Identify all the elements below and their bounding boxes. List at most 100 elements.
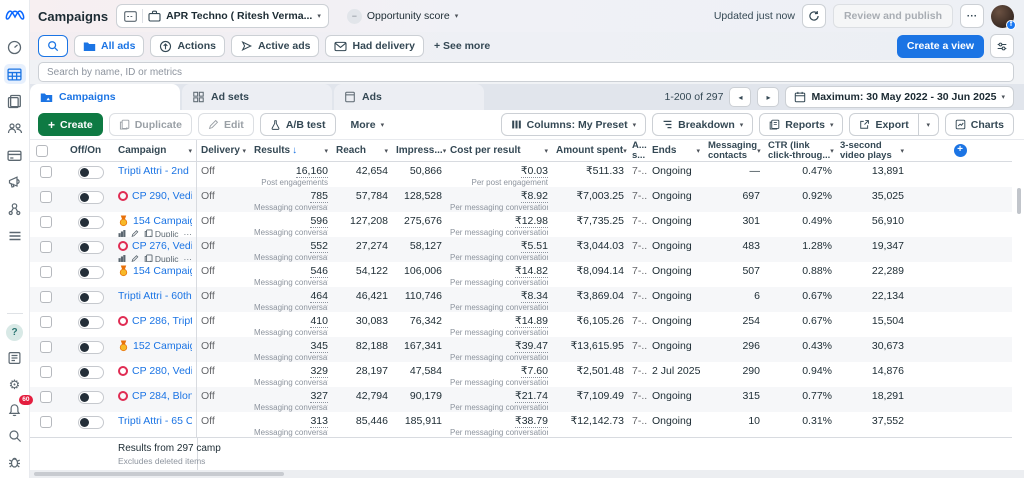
table-row[interactable]: 154 Campaign -... Duplic ··· Off 596Mess… (30, 212, 1012, 237)
view-settings-button[interactable] (990, 34, 1014, 58)
campaign-name-link[interactable]: Tripti Attri - 60th Ca... (118, 290, 192, 303)
table-row[interactable]: 152 Campaign -... Off 345Messaging conve… (30, 337, 1012, 362)
more-actions[interactable]: ··· (184, 229, 193, 237)
more-actions[interactable]: ··· (184, 254, 193, 262)
campaign-name-link[interactable]: CP 286, Tripti At... (132, 315, 192, 328)
duplicate-action[interactable]: Duplic (144, 254, 179, 262)
search-input[interactable] (38, 62, 1014, 82)
charts-button[interactable]: Charts (945, 113, 1014, 136)
campaign-name-link[interactable]: CP 276, Vedic A... (132, 240, 192, 253)
campaign-name-link[interactable]: Tripti Attri - 65 Cam... (118, 415, 192, 428)
col-header-impressions[interactable]: Impress...▾ (392, 140, 446, 161)
cost-per-result-value[interactable]: ₹12.98 (515, 215, 548, 228)
cost-per-result-value[interactable]: ₹14.82 (515, 265, 548, 278)
campaign-onoff-toggle[interactable] (78, 391, 104, 404)
tab-ads[interactable]: Ads (334, 84, 484, 110)
col-header-cost-per-result[interactable]: Cost per result▾ (446, 140, 552, 161)
view-charts-icon[interactable] (118, 254, 126, 262)
cost-per-result-value[interactable]: ₹14.89 (515, 315, 548, 328)
ab-test-button[interactable]: A/B test (260, 113, 336, 136)
billing-icon[interactable] (4, 145, 26, 165)
date-range-selector[interactable]: Maximum: 30 May 2022 - 30 Jun 2025 ▾ (785, 86, 1014, 108)
campaign-onoff-toggle[interactable] (78, 216, 104, 229)
row-checkbox[interactable] (40, 366, 52, 378)
account-overview-icon[interactable] (4, 37, 26, 57)
col-header-messaging-contacts[interactable]: Messagingcontacts▾ (704, 140, 764, 161)
row-checkbox[interactable] (40, 166, 52, 178)
table-row[interactable]: CP 284, Blond S... Off 327Messaging conv… (30, 387, 1012, 412)
campaign-name-link[interactable]: CP 280, Vedic A... (132, 365, 192, 378)
row-checkbox[interactable] (40, 416, 52, 428)
view-charts-icon[interactable] (118, 229, 126, 237)
row-checkbox[interactable] (40, 391, 52, 403)
campaign-onoff-toggle[interactable] (78, 416, 104, 429)
report-bug-icon[interactable] (4, 452, 26, 472)
row-checkbox[interactable] (40, 316, 52, 328)
results-value[interactable]: 345 (310, 340, 328, 353)
table-row[interactable]: CP 280, Vedic A... Off 329Messaging conv… (30, 362, 1012, 387)
campaign-onoff-toggle[interactable] (78, 191, 104, 204)
export-button[interactable]: Export (849, 113, 918, 136)
horizontal-scrollbar[interactable] (34, 472, 284, 476)
campaign-onoff-toggle[interactable] (78, 241, 104, 254)
cost-per-result-value[interactable]: ₹5.51 (521, 240, 548, 253)
col-header-reach[interactable]: Reach▾ (332, 140, 392, 161)
advertise-megaphone-icon[interactable] (4, 172, 26, 192)
next-page-button[interactable]: ▸ (757, 87, 779, 107)
col-header-results[interactable]: Results↓▾ (250, 140, 332, 161)
results-value[interactable]: 596 (310, 215, 328, 228)
account-selector[interactable]: APR Techno ( Ritesh Verma... ▾ (116, 4, 329, 28)
campaign-name-link[interactable]: 154 Campaign -... (133, 215, 192, 228)
cost-per-result-value[interactable]: ₹8.34 (521, 290, 548, 303)
col-header-ctr[interactable]: CTR (linkclick-throug...▾ (764, 140, 836, 161)
create-button[interactable]: +Create (38, 113, 103, 136)
row-checkbox[interactable] (40, 341, 52, 353)
duplicate-action[interactable]: Duplic (144, 229, 179, 237)
opportunity-score[interactable]: − Opportunity score ▾ (347, 9, 458, 24)
campaign-onoff-toggle[interactable] (78, 316, 104, 329)
more-button[interactable]: More▾ (342, 113, 394, 136)
audiences-icon[interactable] (4, 118, 26, 138)
campaign-name-link[interactable]: CP 290, Vedic A... (132, 190, 192, 203)
see-more-filters[interactable]: + See more (434, 40, 490, 52)
col-header-campaign[interactable]: Campaign▾ (112, 140, 197, 161)
col-header-select-all[interactable] (30, 140, 66, 161)
table-row[interactable]: Tripti Attri - 2nd Ca... Off 16,160Post … (30, 162, 1012, 187)
cost-per-result-value[interactable]: ₹39.47 (515, 340, 548, 353)
reports-button[interactable]: Reports▾ (759, 113, 843, 136)
edit-pencil-icon[interactable] (131, 254, 139, 262)
results-value[interactable]: 313 (310, 415, 328, 428)
row-checkbox[interactable] (40, 216, 52, 228)
results-value[interactable]: 329 (310, 365, 328, 378)
campaign-onoff-toggle[interactable] (78, 341, 104, 354)
filter-actions[interactable]: Actions (150, 35, 225, 57)
col-header-delivery[interactable]: Delivery▾ (197, 140, 250, 161)
cost-per-result-value[interactable]: ₹21.74 (515, 390, 548, 403)
results-value[interactable]: 785 (310, 190, 328, 203)
duplicate-button[interactable]: Duplicate (109, 113, 192, 136)
row-checkbox[interactable] (40, 266, 52, 278)
row-checkbox[interactable] (40, 291, 52, 303)
campaigns-nav-icon[interactable] (4, 64, 26, 84)
col-header-add-column[interactable]: + (908, 140, 1012, 161)
col-header-ends[interactable]: Ends▾ (648, 140, 704, 161)
row-checkbox[interactable] (40, 241, 52, 253)
breakdown-button[interactable]: Breakdown▾ (652, 113, 753, 136)
meta-logo-icon[interactable] (5, 7, 25, 23)
events-manager-icon[interactable] (4, 199, 26, 219)
all-tools-icon[interactable] (4, 226, 26, 246)
col-header-video-plays[interactable]: 3-secondvideo plays▾ (836, 140, 908, 161)
cost-per-result-value[interactable]: ₹8.92 (521, 190, 548, 203)
results-value[interactable]: 327 (310, 390, 328, 403)
tab-ad-sets[interactable]: Ad sets (182, 84, 332, 110)
col-header-amount-spent[interactable]: Amount spent▾ (552, 140, 628, 161)
ads-reporting-icon[interactable] (4, 91, 26, 111)
search-filter-button[interactable] (38, 35, 68, 57)
review-and-publish-button[interactable]: Review and publish (833, 4, 953, 28)
table-row[interactable]: CP 276, Vedic A... Duplic ··· Off 552Mes… (30, 237, 1012, 262)
refresh-button[interactable] (802, 4, 826, 28)
previous-page-button[interactable]: ◂ (729, 87, 751, 107)
settings-gear-icon[interactable]: ⚙ (4, 374, 26, 394)
notifications-bell-icon[interactable]: 60 (4, 400, 26, 420)
campaign-onoff-toggle[interactable] (78, 291, 104, 304)
